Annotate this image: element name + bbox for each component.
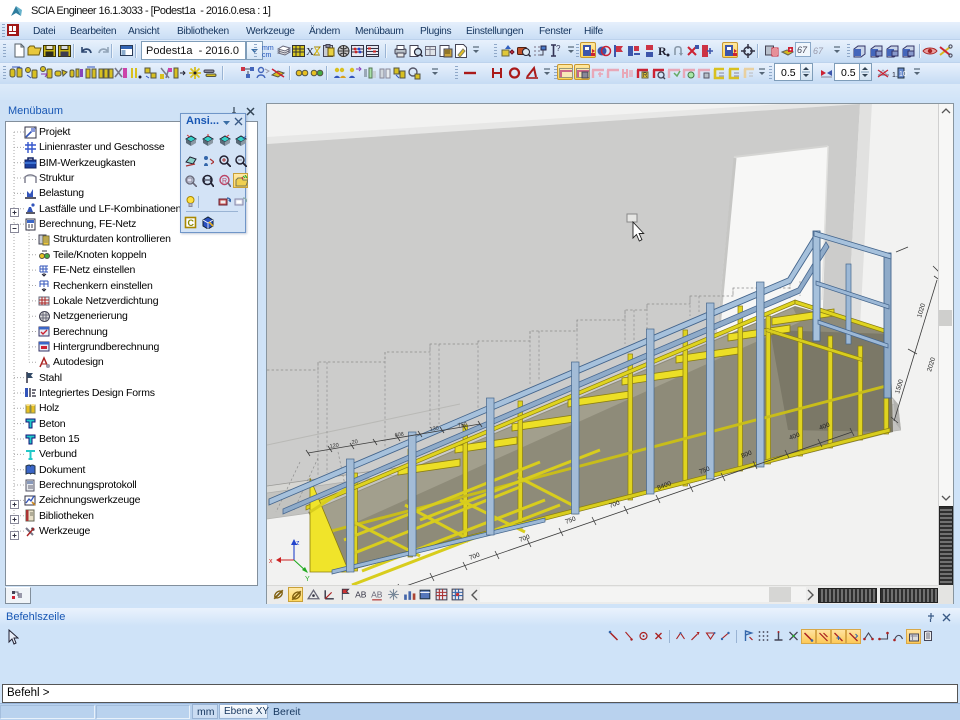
svg-text:mm: mm xyxy=(262,45,274,52)
svg-text:AB: AB xyxy=(355,590,367,600)
svg-text:20: 20 xyxy=(351,439,358,446)
svg-text:?: ? xyxy=(556,44,561,53)
svg-text:z: z xyxy=(296,540,300,547)
svg-text:C: C xyxy=(188,218,195,228)
svg-text:X: X xyxy=(306,46,314,58)
svg-text:AB: AB xyxy=(371,590,383,600)
svg-text:R: R xyxy=(658,44,667,58)
svg-text:R: R xyxy=(222,178,227,185)
svg-text:Y: Y xyxy=(305,576,310,583)
svg-text:cm: cm xyxy=(262,52,272,59)
svg-text:x: x xyxy=(269,558,273,565)
svg-text:67: 67 xyxy=(813,46,824,56)
svg-text:10: 10 xyxy=(899,71,907,78)
svg-text:1.: 1. xyxy=(892,72,898,79)
svg-text:R: R xyxy=(643,73,648,79)
svg-text:67: 67 xyxy=(797,45,808,55)
